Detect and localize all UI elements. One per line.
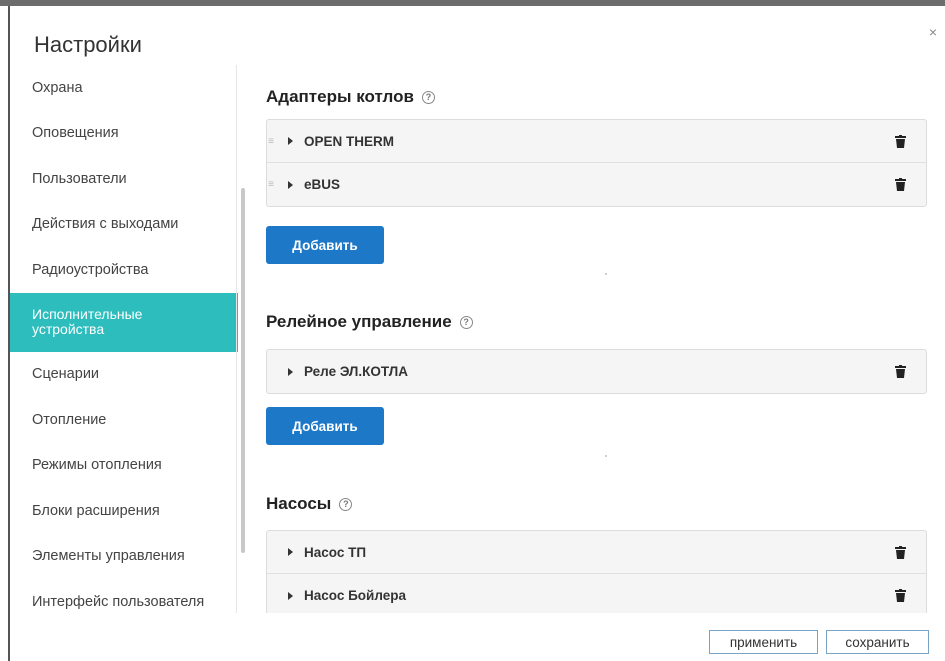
list-item-label: Насос Бойлера <box>304 588 407 603</box>
section-title-pumps: Насосы ? <box>266 494 353 514</box>
sidebar-item-scenarios[interactable]: Сценарии <box>10 352 238 398</box>
list-item[interactable]: Насос Бойлера <box>267 574 926 613</box>
save-button[interactable]: сохранить <box>826 630 929 654</box>
sidebar-item-notifications[interactable]: Оповещения <box>10 111 238 157</box>
caret-right-icon[interactable] <box>288 137 293 145</box>
sidebar-item-controls[interactable]: Элементы управления <box>10 534 238 580</box>
trash-icon[interactable] <box>895 178 906 191</box>
section-title-adapters: Адаптеры котлов ? <box>266 87 435 107</box>
sidebar-item-heating[interactable]: Отопление <box>10 397 238 443</box>
dialog-title: Настройки <box>34 32 142 57</box>
drag-handle-icon[interactable]: ≡ <box>267 136 275 147</box>
list-item[interactable]: Реле ЭЛ.КОТЛА <box>267 350 926 393</box>
section-title-text: Насосы <box>266 494 332 513</box>
sidebar-item-label: Исполнительные устройства <box>32 306 143 337</box>
settings-sidebar: Охрана Оповещения Пользователи Действия … <box>10 65 238 613</box>
list-item-label: Насос ТП <box>304 544 367 560</box>
caret-right-icon[interactable] <box>288 591 293 600</box>
caret-right-icon[interactable] <box>288 367 293 376</box>
sidebar-scrollbar[interactable] <box>241 188 245 553</box>
adapters-list: ≡ OPEN THERM ≡ eBUS <box>266 119 927 207</box>
trash-icon[interactable] <box>895 134 906 148</box>
list-item[interactable]: Насос ТП <box>267 531 926 574</box>
divider-dot <box>605 273 607 275</box>
close-icon[interactable]: × <box>929 24 937 40</box>
pumps-list: Насос ТП Насос Бойлера <box>266 530 927 613</box>
section-title-text: Адаптеры котлов <box>266 87 414 106</box>
help-icon[interactable]: ? <box>421 90 435 104</box>
sidebar-item-actuators[interactable]: Исполнительные устройства <box>10 292 238 352</box>
help-icon[interactable]: ? <box>339 497 353 511</box>
trash-icon[interactable] <box>895 545 906 559</box>
list-item-label: Реле ЭЛ.КОТЛА <box>304 364 409 379</box>
sidebar-item-security[interactable]: Охрана <box>10 65 238 111</box>
section-title-text: Релейное управление <box>266 312 452 331</box>
sidebar-item-user-interface[interactable]: Интерфейс пользователя <box>10 579 238 613</box>
drag-handle-icon[interactable]: ≡ <box>267 179 275 190</box>
add-relay-button[interactable]: Добавить <box>266 407 384 445</box>
caret-right-icon[interactable] <box>288 548 293 556</box>
relay-list: Реле ЭЛ.КОТЛА <box>266 349 927 394</box>
trash-icon[interactable] <box>895 589 906 602</box>
sidebar-item-radio-devices[interactable]: Радиоустройства <box>10 247 238 293</box>
list-item[interactable]: ≡ eBUS <box>267 163 926 206</box>
sidebar-divider <box>236 65 237 613</box>
main-content: Адаптеры котлов ? ≡ OPEN THERM ≡ eBUS До… <box>266 65 931 613</box>
sidebar-item-users[interactable]: Пользователи <box>10 156 238 202</box>
settings-dialog: Настройки × Охрана Оповещения Пользовате… <box>10 6 945 661</box>
list-item-label: eBUS <box>304 177 341 192</box>
sidebar-item-heating-modes[interactable]: Режимы отопления <box>10 443 238 489</box>
list-item-label: OPEN THERM <box>304 133 395 149</box>
divider-dot <box>605 455 607 457</box>
add-adapter-button[interactable]: Добавить <box>266 226 384 264</box>
caret-right-icon[interactable] <box>288 180 293 189</box>
sidebar-item-output-actions[interactable]: Действия с выходами <box>10 202 238 248</box>
apply-button[interactable]: применить <box>709 630 818 654</box>
sidebar-item-expansion-units[interactable]: Блоки расширения <box>10 488 238 534</box>
help-icon[interactable]: ? <box>459 315 473 329</box>
section-title-relay: Релейное управление ? <box>266 312 473 332</box>
list-item[interactable]: ≡ OPEN THERM <box>267 120 926 163</box>
trash-icon[interactable] <box>895 365 906 378</box>
